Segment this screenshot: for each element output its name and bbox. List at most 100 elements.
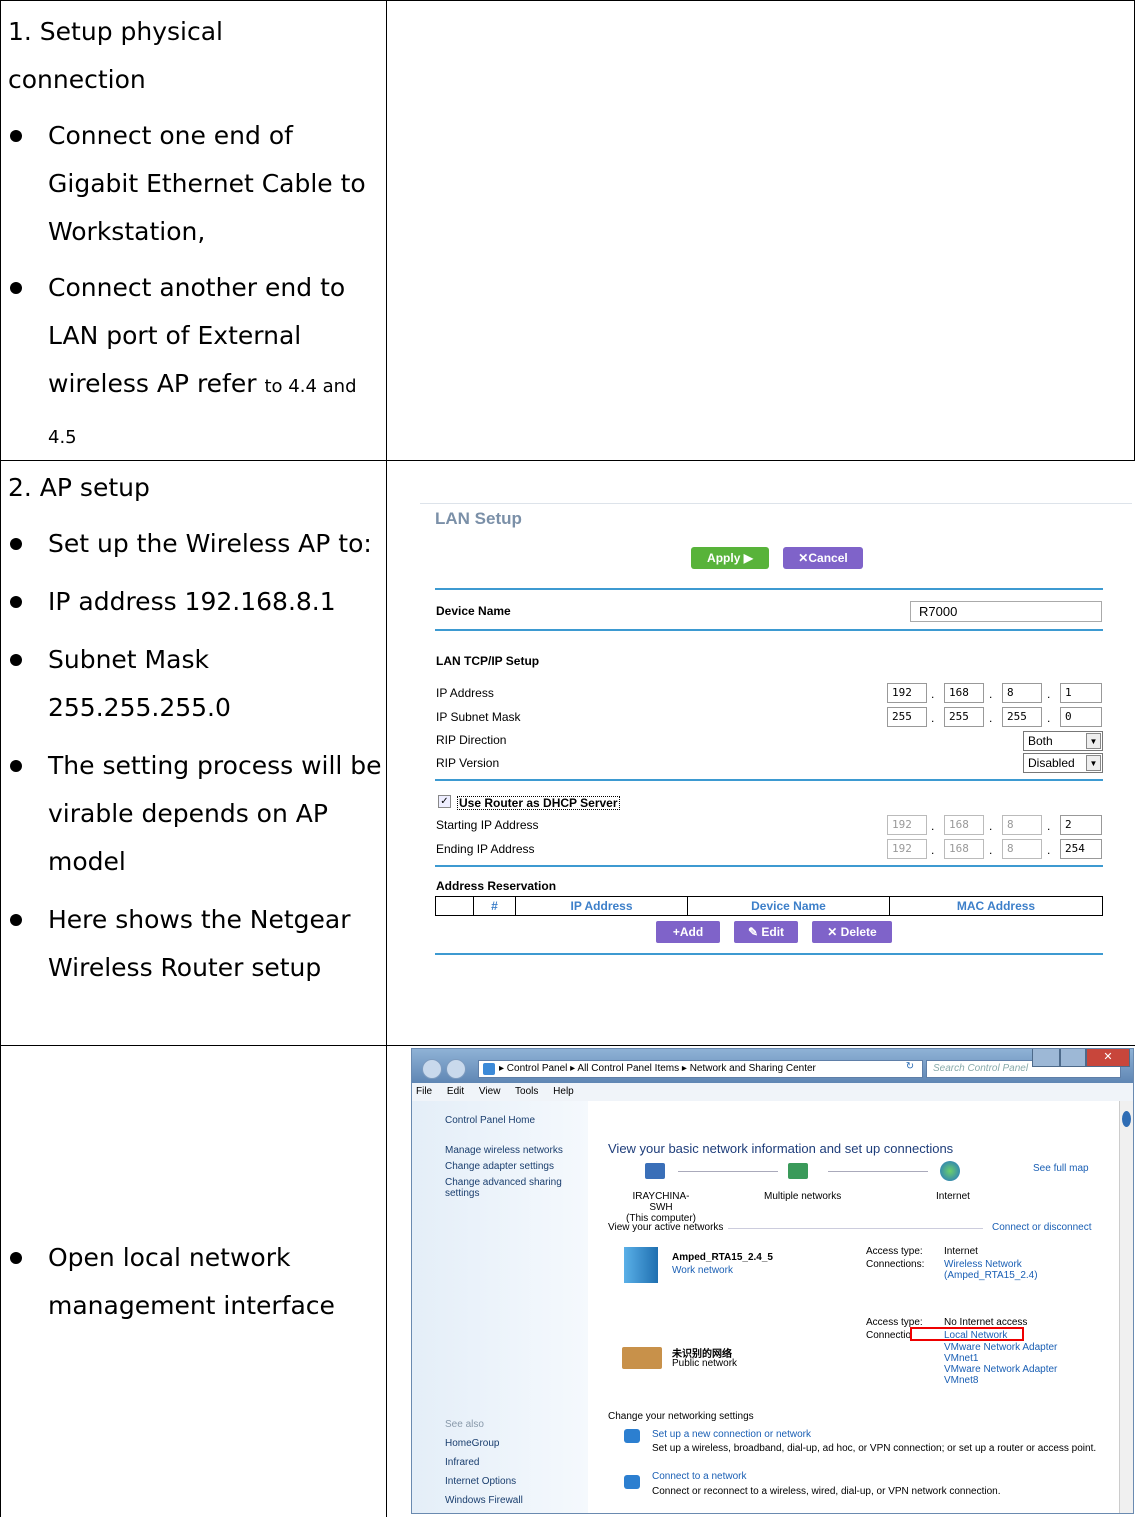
bullet-icon xyxy=(10,282,22,294)
menu-bar: File Edit View Tools Help xyxy=(412,1083,1133,1101)
step-heading: 2. AP setup xyxy=(8,473,150,502)
rip-version-select[interactable]: Disabled ▼ xyxy=(1023,753,1103,773)
bullet-icon xyxy=(10,760,22,772)
window-titlebar: ▸ Control Panel ▸ All Control Panel Item… xyxy=(412,1049,1133,1083)
subnet-mask-label: IP Subnet Mask xyxy=(436,710,521,724)
globe-icon xyxy=(940,1161,960,1181)
subnet-octet-2[interactable]: 255 xyxy=(944,707,984,727)
maximize-icon[interactable] xyxy=(1060,1049,1086,1067)
setup-connection-icon xyxy=(624,1429,640,1443)
row2-text: 2. AP setup Set up the Wireless AP to: I… xyxy=(0,464,386,992)
device-name-input[interactable]: R7000 xyxy=(910,601,1102,622)
edit-button[interactable]: ✎ Edit xyxy=(734,921,798,943)
device-name-label: Device Name xyxy=(436,604,511,618)
bullet-icon xyxy=(10,596,22,608)
start-ip-octet-4[interactable]: 2 xyxy=(1060,815,1102,835)
control-panel-home-link[interactable]: Control Panel Home xyxy=(445,1115,535,1126)
section-rule xyxy=(435,779,1103,781)
ip-address-label: IP Address xyxy=(436,686,494,700)
ip-octet-1[interactable]: 192 xyxy=(887,683,927,703)
building-icon xyxy=(624,1247,658,1283)
menu-help[interactable]: Help xyxy=(553,1086,574,1097)
start-ip-octet-1[interactable]: 192 xyxy=(887,815,927,835)
end-ip-octet-3[interactable]: 8 xyxy=(1002,839,1042,859)
start-ip-octet-2[interactable]: 168 xyxy=(944,815,984,835)
starting-ip-label: Starting IP Address xyxy=(436,818,539,832)
connect-network-icon xyxy=(624,1475,640,1489)
dhcp-checkbox[interactable]: ✓ xyxy=(438,795,451,808)
subnet-octet-1[interactable]: 255 xyxy=(887,707,927,727)
bullet-icon xyxy=(10,538,22,550)
internet-options-link[interactable]: Internet Options xyxy=(445,1476,516,1487)
reservation-table-header: # IP Address Device Name MAC Address xyxy=(435,896,1103,916)
divider xyxy=(420,503,1132,504)
ip-octet-3[interactable]: 8 xyxy=(1002,683,1042,703)
column-header: MAC Address xyxy=(956,899,1036,913)
menu-tools[interactable]: Tools xyxy=(515,1086,538,1097)
page-heading: View your basic network information and … xyxy=(608,1141,954,1156)
end-ip-octet-2[interactable]: 168 xyxy=(944,839,984,859)
change-sharing-link[interactable]: Change advanced sharing settings xyxy=(445,1177,575,1199)
bullet-icon xyxy=(10,130,22,142)
network-sharing-window: ▸ Control Panel ▸ All Control Panel Item… xyxy=(411,1048,1134,1514)
help-icon[interactable] xyxy=(1122,1111,1131,1127)
left-pane: Control Panel Home Manage wireless netwo… xyxy=(412,1101,588,1513)
scrollbar[interactable] xyxy=(1119,1101,1133,1513)
table-border-top xyxy=(0,0,1135,1)
close-icon[interactable]: ✕ xyxy=(1086,1049,1130,1067)
bullet-item: Set up the Wireless AP to: xyxy=(8,520,386,568)
pencil-icon: ✎ xyxy=(747,925,762,939)
column-header: IP Address xyxy=(516,897,688,915)
bullet-item: Open local network management interface xyxy=(8,1234,386,1330)
menu-edit[interactable]: Edit xyxy=(447,1086,464,1097)
see-full-map-link[interactable]: See full map xyxy=(1033,1163,1089,1174)
apply-button[interactable]: Apply ▶ xyxy=(691,547,769,569)
ip-octet-2[interactable]: 168 xyxy=(944,683,984,703)
internet-label: Internet xyxy=(936,1191,970,1202)
firewall-link[interactable]: Windows Firewall xyxy=(445,1495,523,1506)
manage-wireless-link[interactable]: Manage wireless networks xyxy=(445,1145,563,1156)
network1-name: Amped_RTA15_2.4_5 xyxy=(672,1252,773,1263)
rip-version-label: RIP Version xyxy=(436,756,500,770)
delete-button[interactable]: ✕ Delete xyxy=(812,921,892,943)
homegroup-link[interactable]: HomeGroup xyxy=(445,1438,499,1449)
rip-direction-select[interactable]: Both ▼ xyxy=(1023,731,1103,751)
wireless-network-link[interactable]: Wireless Network (Amped_RTA15_2.4) xyxy=(944,1259,1038,1281)
end-ip-octet-4[interactable]: 254 xyxy=(1060,839,1102,859)
infrared-link[interactable]: Infrared xyxy=(445,1457,479,1468)
subnet-octet-3[interactable]: 255 xyxy=(1002,707,1042,727)
address-reservation-title: Address Reservation xyxy=(436,879,557,893)
bullet-item: Connect another end to LAN port of Exter… xyxy=(8,264,386,462)
tcpip-section-title: LAN TCP/IP Setup xyxy=(436,654,540,668)
network1-type-link[interactable]: Work network xyxy=(672,1265,733,1276)
step-heading: 1. Setup physical connection xyxy=(8,17,224,94)
subnet-octet-4[interactable]: 0 xyxy=(1060,707,1102,727)
refresh-icon[interactable]: ↻ xyxy=(900,1061,920,1077)
back-arrow-icon[interactable] xyxy=(422,1059,442,1079)
setup-connection-link[interactable]: Set up a new connection or network xyxy=(652,1429,811,1440)
start-ip-octet-3[interactable]: 8 xyxy=(1002,815,1042,835)
row-divider xyxy=(0,1045,1135,1046)
menu-view[interactable]: View xyxy=(479,1086,501,1097)
vmware-adapter-link[interactable]: VMware Network Adapter VMnet1 VMware Net… xyxy=(944,1342,1057,1386)
computer-name: IRAYCHINA-SWH xyxy=(632,1191,690,1213)
minimize-icon[interactable] xyxy=(1032,1049,1060,1067)
bullet-icon xyxy=(10,914,22,926)
menu-file[interactable]: File xyxy=(416,1086,432,1097)
access-type-label: Access type: xyxy=(866,1246,923,1257)
end-ip-octet-1[interactable]: 192 xyxy=(887,839,927,859)
bullet-item: IP address 192.168.8.1 xyxy=(8,578,386,626)
add-button[interactable]: +Add xyxy=(656,921,720,943)
column-header: Device Name xyxy=(688,897,890,915)
ip-octet-4[interactable]: 1 xyxy=(1060,683,1102,703)
address-bar[interactable]: ▸ Control Panel ▸ All Control Panel Item… xyxy=(478,1060,923,1078)
change-adapter-link[interactable]: Change adapter settings xyxy=(445,1161,554,1172)
lan-setup-title: LAN Setup xyxy=(435,509,522,528)
chevron-down-icon: ▼ xyxy=(1086,733,1101,749)
cancel-button[interactable]: ✕Cancel xyxy=(783,547,863,569)
column-header: # xyxy=(474,897,516,915)
connect-network-link[interactable]: Connect to a network xyxy=(652,1471,747,1482)
connect-disconnect-link[interactable]: Connect or disconnect xyxy=(992,1222,1092,1233)
network-icon xyxy=(788,1163,808,1179)
forward-arrow-icon[interactable] xyxy=(446,1059,466,1079)
